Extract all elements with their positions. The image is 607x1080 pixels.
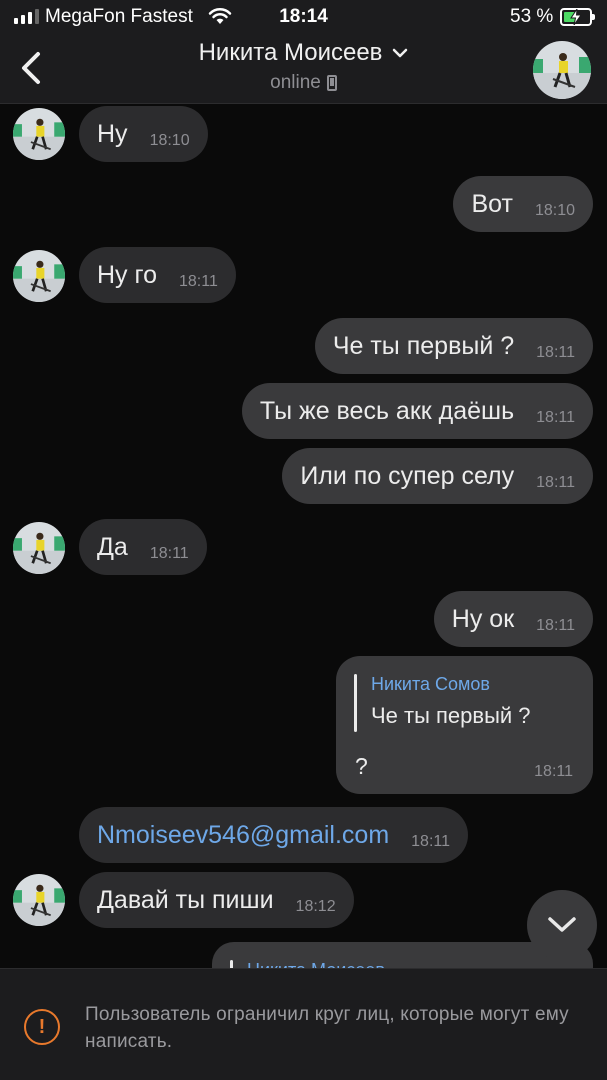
- message-text: ?: [355, 753, 368, 779]
- message-bubble[interactable]: Че ты первый ? 18:11: [314, 318, 593, 374]
- message-bubble[interactable]: Nmoiseev546@gmail.com 18:11: [79, 807, 469, 863]
- message-bubble[interactable]: Давай ты пиши 18:12: [79, 872, 354, 928]
- message-text: Или по супер селу: [300, 461, 515, 490]
- quote-bar: [354, 674, 357, 732]
- message-bubble[interactable]: Ну ок 18:11: [433, 591, 593, 647]
- message-time: 18:11: [536, 344, 575, 361]
- message-time: 18:11: [411, 833, 451, 850]
- online-status-label: online: [270, 72, 321, 93]
- avatar[interactable]: [13, 250, 65, 302]
- message-time: 18:10: [149, 132, 190, 149]
- message-text: Че ты первый ?: [332, 331, 515, 360]
- message-bubble[interactable]: Или по супер селу 18:11: [282, 448, 593, 504]
- chevron-left-icon: [22, 52, 40, 84]
- message-time: 18:11: [178, 273, 218, 290]
- message-time: 18:11: [536, 474, 575, 491]
- message-text: Давай ты пиши: [97, 885, 274, 914]
- message-time: 18:11: [536, 409, 575, 426]
- message-bubble[interactable]: Да 18:11: [79, 519, 207, 575]
- message-text: Вот: [471, 189, 513, 218]
- chat-title[interactable]: Никита Моисеев: [199, 39, 409, 67]
- avatar[interactable]: [13, 874, 65, 926]
- restriction-notice: Пользователь ограничил круг лиц, которые…: [85, 1004, 569, 1052]
- chevron-down-icon: [548, 917, 576, 932]
- message-bubble[interactable]: Ну го 18:11: [79, 247, 236, 303]
- message-bubble[interactable]: Ты же весь акк даёшь 18:11: [241, 383, 593, 439]
- message-time: 18:11: [536, 617, 575, 634]
- chat-title-block[interactable]: Никита Моисеев online: [150, 39, 457, 94]
- message-text: Ты же весь акк даёшь: [259, 396, 515, 425]
- chat-header: Никита Моисеев online: [0, 36, 607, 104]
- email-link[interactable]: Nmoiseev546@gmail.com: [97, 821, 389, 850]
- avatar-image: [533, 41, 591, 99]
- restriction-footer: ! Пользователь ограничил круг лиц, котор…: [0, 968, 607, 1080]
- battery-icon: [560, 8, 595, 26]
- message-text: Да: [97, 532, 128, 561]
- message-time: 18:11: [534, 763, 573, 780]
- chevron-down-icon: [393, 48, 408, 58]
- contact-name: Никита Моисеев: [198, 39, 383, 66]
- quoted-author[interactable]: Никита Сомов: [371, 674, 490, 695]
- avatar[interactable]: [13, 522, 65, 574]
- quoted-text[interactable]: Че ты первый ?: [371, 703, 531, 729]
- status-bar: MegaFon Fastest 18:14 53 %: [0, 0, 607, 36]
- back-button[interactable]: [14, 48, 50, 88]
- message-text: Ну го: [97, 260, 157, 289]
- quoted-author[interactable]: Никита Моисеев: [247, 960, 385, 968]
- scroll-to-bottom-button[interactable]: [527, 890, 597, 960]
- battery-percent: 53 %: [510, 6, 554, 27]
- message-time: 18:12: [295, 898, 336, 915]
- wifi-icon: [208, 7, 232, 30]
- avatar[interactable]: [13, 108, 65, 160]
- message-text: Ну: [97, 119, 128, 148]
- header-avatar[interactable]: [533, 41, 591, 99]
- carrier-name: MegaFon Fastest: [45, 6, 193, 27]
- quote-bar: [230, 960, 233, 968]
- message-bubble[interactable]: Вот 18:10: [453, 176, 593, 232]
- chat-area[interactable]: Ну 18:10 Вот 18:10 Ну го 18:11 Че ты пер…: [0, 104, 607, 968]
- online-status: online: [270, 72, 337, 94]
- message-time: 18:11: [149, 545, 189, 562]
- message-text: Ну ок: [451, 604, 515, 633]
- message-bubble[interactable]: Ну 18:10: [79, 106, 208, 162]
- message-time: 18:10: [534, 202, 575, 219]
- reply-message-bubble[interactable]: Никита Сомов Че ты первый ? ? 18:11: [336, 656, 593, 794]
- signal-icon: [14, 9, 39, 24]
- charging-bolt-icon: [570, 9, 582, 25]
- phone-icon: [326, 75, 337, 91]
- warning-icon: !: [24, 1009, 60, 1045]
